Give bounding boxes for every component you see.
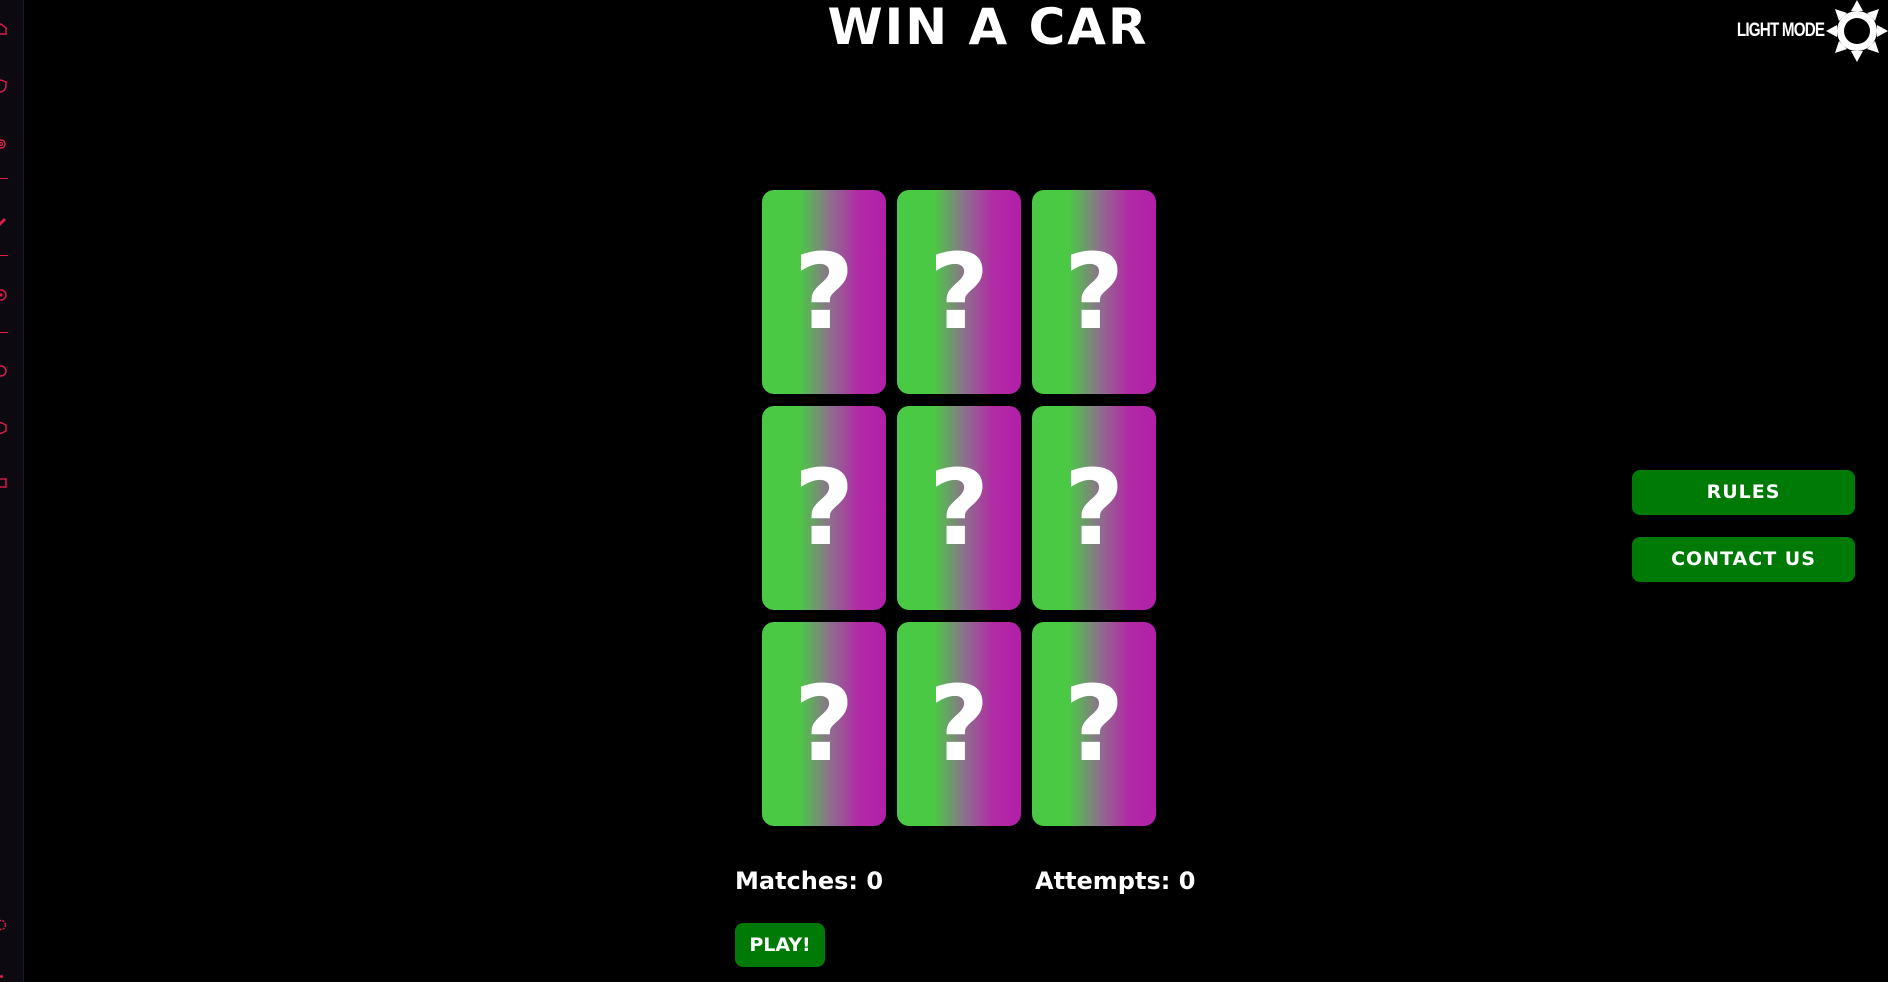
sidebar-divider: [0, 255, 8, 256]
memory-card[interactable]: ?: [897, 190, 1021, 394]
theme-toggle-label: LIGHT MODE: [1736, 20, 1825, 41]
memory-card[interactable]: ?: [762, 622, 886, 826]
contact-us-button[interactable]: CONTACT US: [1632, 537, 1855, 582]
box-icon[interactable]: [0, 421, 10, 435]
question-mark-icon: ?: [928, 447, 990, 569]
memory-card[interactable]: ?: [897, 622, 1021, 826]
settings-icon[interactable]: [0, 137, 10, 151]
play-button[interactable]: PLAY!: [735, 923, 825, 967]
question-mark-icon: ?: [928, 231, 990, 353]
sidebar-dot: [0, 975, 3, 978]
matches-counter: Matches: 0: [735, 867, 884, 895]
card-grid: ? ? ? ? ? ? ? ? ?: [762, 190, 1157, 826]
page-title: WIN A CAR: [827, 0, 1149, 56]
memory-card[interactable]: ?: [762, 406, 886, 610]
memory-card[interactable]: ?: [1032, 190, 1156, 394]
page: WIN A CAR LIGHT MODE ? ? ? ? ? ? ? ? ? R…: [0, 0, 1888, 982]
question-mark-icon: ?: [928, 663, 990, 785]
question-mark-icon: ?: [793, 231, 855, 353]
question-mark-icon: ?: [793, 663, 855, 785]
ticket-icon[interactable]: [0, 476, 10, 490]
memory-card[interactable]: ?: [762, 190, 886, 394]
shield-icon[interactable]: [0, 79, 10, 93]
rules-button[interactable]: RULES: [1632, 470, 1855, 515]
question-mark-icon: ?: [1063, 447, 1125, 569]
pen-icon[interactable]: [0, 214, 10, 228]
clock-icon[interactable]: [0, 364, 10, 378]
question-mark-icon: ?: [1063, 663, 1125, 785]
eye-icon[interactable]: [0, 288, 10, 302]
question-mark-icon: ?: [793, 447, 855, 569]
theme-toggle[interactable]: LIGHT MODE: [1715, 0, 1888, 62]
gear-icon[interactable]: [0, 918, 10, 932]
side-menu: RULES CONTACT US: [1632, 470, 1855, 604]
sidebar: [0, 0, 24, 982]
question-mark-icon: ?: [1063, 231, 1125, 353]
memory-card[interactable]: ?: [897, 406, 1021, 610]
attempts-counter: Attempts: 0: [1035, 867, 1196, 895]
sidebar-divider: [0, 178, 8, 179]
memory-card[interactable]: ?: [1032, 622, 1156, 826]
sidebar-divider: [0, 332, 8, 333]
sun-icon: [1826, 0, 1888, 62]
memory-card[interactable]: ?: [1032, 406, 1156, 610]
